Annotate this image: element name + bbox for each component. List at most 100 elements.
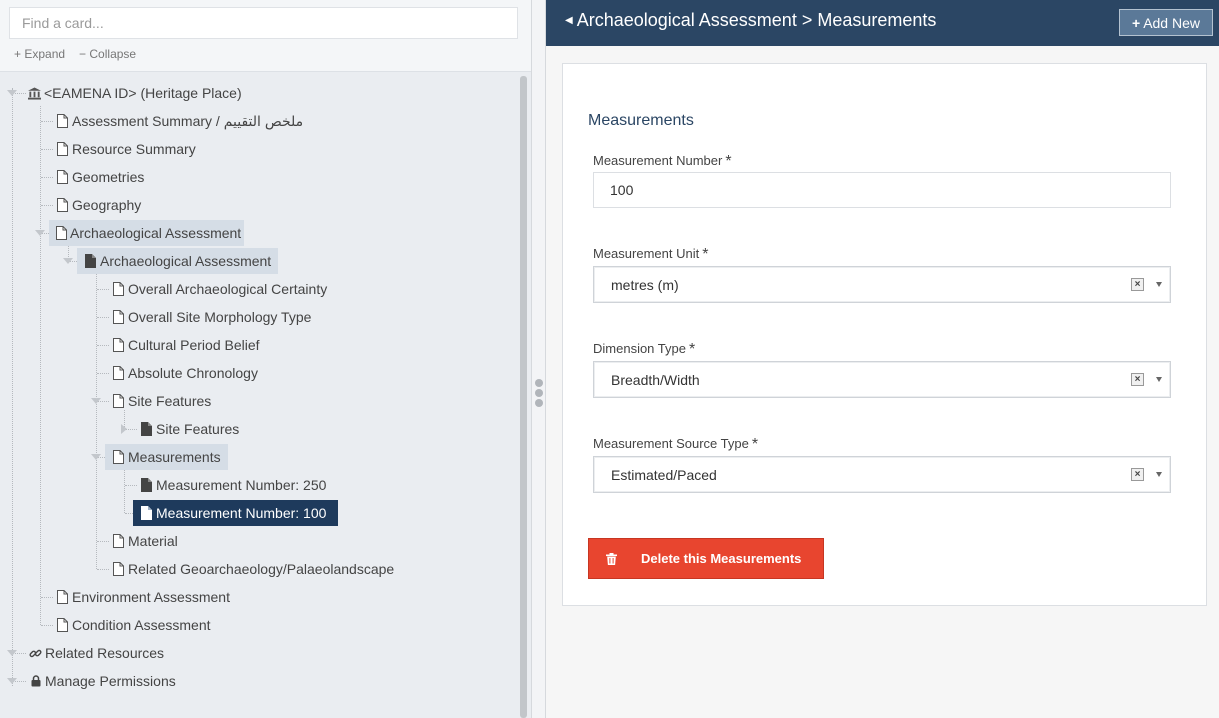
tree-node-label: Overall Archaeological Certainty [128,281,328,297]
collapse-toggle-icon[interactable] [7,678,17,684]
tree-connector [12,88,13,686]
search-input[interactable] [10,8,517,38]
measurement-source-type-label: Measurement Source Type * [593,436,759,453]
card-editor-panel: ◀ Archaeological Assessment > Measuremen… [546,0,1219,718]
measurement-unit-label: Measurement Unit * [593,246,709,263]
collapse-toggle-icon[interactable] [7,90,17,96]
file-outline-icon [112,310,125,324]
dropdown-caret-icon[interactable] [1156,472,1162,477]
tree-node-absolute-chronology[interactable]: Absolute Chronology [108,360,264,386]
expand-toggle-icon[interactable] [121,424,127,434]
card-title: Measurements [588,112,694,129]
dimension-type-label: Dimension Type * [593,341,696,358]
measurement-number-input[interactable] [594,173,1170,207]
clear-selection-icon[interactable]: × [1131,468,1144,481]
dimension-type-select[interactable]: Breadth/Width × [593,361,1171,398]
collapse-label: Collapse [89,47,137,61]
measurement-source-type-select[interactable]: Estimated/Paced × [593,456,1171,493]
breadcrumb: ◀ Archaeological Assessment > Measuremen… [565,10,936,31]
tree-node-label: Resource Summary [72,141,196,157]
link-icon [29,646,42,660]
tree-node-cultural-period[interactable]: Cultural Period Belief [108,332,266,358]
splitter-grip-dot [535,389,543,397]
file-outline-icon [56,226,67,240]
expand-button[interactable]: + Expand [14,47,65,61]
tree-node-label: Overall Site Morphology Type [128,309,312,325]
tree-node-label: Related Geoarchaeology/Palaeolandscape [128,561,395,577]
tree-node-measurements[interactable]: Measurements [105,444,228,470]
tree-node-site-features[interactable]: Site Features [108,388,217,414]
tree-node-measurement-250[interactable]: Measurement Number: 250 [136,472,332,498]
tree-node-archaeological-assessment-instance[interactable]: Archaeological Assessment [77,248,278,274]
tree-connector [96,270,97,569]
tree-node-resource-summary[interactable]: Resource Summary [52,136,202,162]
delete-card-button[interactable]: Delete this Measurements [588,538,824,579]
file-filled-icon [140,506,153,520]
clear-selection-icon[interactable]: × [1131,278,1144,291]
tree-node-geography[interactable]: Geography [52,192,147,218]
tree-node-label: Measurement Number: 250 [156,477,327,493]
file-outline-icon [56,590,69,604]
file-outline-icon [112,394,125,408]
tree-node-label: Condition Assessment [72,617,211,633]
file-outline-icon [112,450,125,464]
tree-node-environment-assessment[interactable]: Environment Assessment [52,584,236,610]
tree-node-label: Geography [72,197,142,213]
tree-node-root[interactable]: <EAMENA ID> (Heritage Place) [24,80,248,106]
tree-node-overall-certainty[interactable]: Overall Archaeological Certainty [108,276,333,302]
bank-icon [28,86,41,100]
tree-node-overall-morphology[interactable]: Overall Site Morphology Type [108,304,317,330]
file-outline-icon [56,142,69,156]
clear-selection-icon[interactable]: × [1131,373,1144,386]
tree-scrollbar[interactable] [520,76,527,718]
tree-node-label: Cultural Period Belief [128,337,260,353]
collapse-button[interactable]: − Collapse [79,47,136,61]
collapse-toggle-icon[interactable] [91,398,101,404]
tree-node-label: Manage Permissions [45,673,176,689]
collapse-toggle-icon[interactable] [91,454,101,460]
tree-node-label: Absolute Chronology [128,365,258,381]
lock-icon [29,674,42,688]
tree-node-label: Measurements [128,449,221,465]
tree-node-label: Geometries [72,169,145,185]
tree-node-label: Archaeological Assessment [100,253,272,269]
tree-node-label: Material [128,533,178,549]
tree-node-site-features-instance[interactable]: Site Features [136,416,245,442]
collapse-toggle-icon[interactable] [35,230,45,236]
back-caret-icon[interactable]: ◀ [565,15,573,26]
tree-connector [124,466,125,513]
tree-connector [40,106,41,625]
tree-node-label: Site Features [156,421,240,437]
tree-node-archaeological-assessment[interactable]: Archaeological Assessment [49,220,244,246]
plus-icon: + [1132,14,1141,31]
measurement-unit-select[interactable]: metres (m) × [593,266,1171,303]
add-new-button[interactable]: + Add New [1119,9,1213,36]
card-tree-panel: + Expand − Collapse [0,0,531,718]
dropdown-caret-icon[interactable] [1156,377,1162,382]
tree-node-assessment-summary[interactable]: Assessment Summary / ملخص التقييم [52,108,309,134]
delete-label: Delete this Measurements [641,551,802,566]
select-value: Breadth/Width [611,372,700,388]
tree-node-geometries[interactable]: Geometries [52,164,150,190]
tree-node-related-resources[interactable]: Related Resources [25,640,170,666]
splitter-grip-dot [535,379,543,387]
collapse-toggle-icon[interactable] [63,258,73,264]
required-marker: * [751,436,759,453]
file-outline-icon [112,282,125,296]
breadcrumb-text[interactable]: Archaeological Assessment > Measurements [577,10,937,31]
file-filled-icon [140,422,153,436]
tree-node-measurement-100[interactable]: Measurement Number: 100 [133,500,338,526]
tree-node-manage-permissions[interactable]: Manage Permissions [25,668,182,694]
tree-node-label: Related Resources [45,645,165,661]
dropdown-caret-icon[interactable] [1156,282,1162,287]
required-marker: * [702,246,709,263]
tree-node-material[interactable]: Material [108,528,184,554]
tree-node-related-geoarchaeology[interactable]: Related Geoarchaeology/Palaeolandscape [108,556,400,582]
select-value: metres (m) [611,277,679,293]
file-outline-icon [112,562,125,576]
collapse-toggle-icon[interactable] [7,650,17,656]
tree-node-label: Measurement Number: 100 [156,505,327,521]
tree-node-condition-assessment[interactable]: Condition Assessment [52,612,217,638]
tree-node-label: Environment Assessment [72,589,230,605]
panel-splitter[interactable] [531,0,546,718]
